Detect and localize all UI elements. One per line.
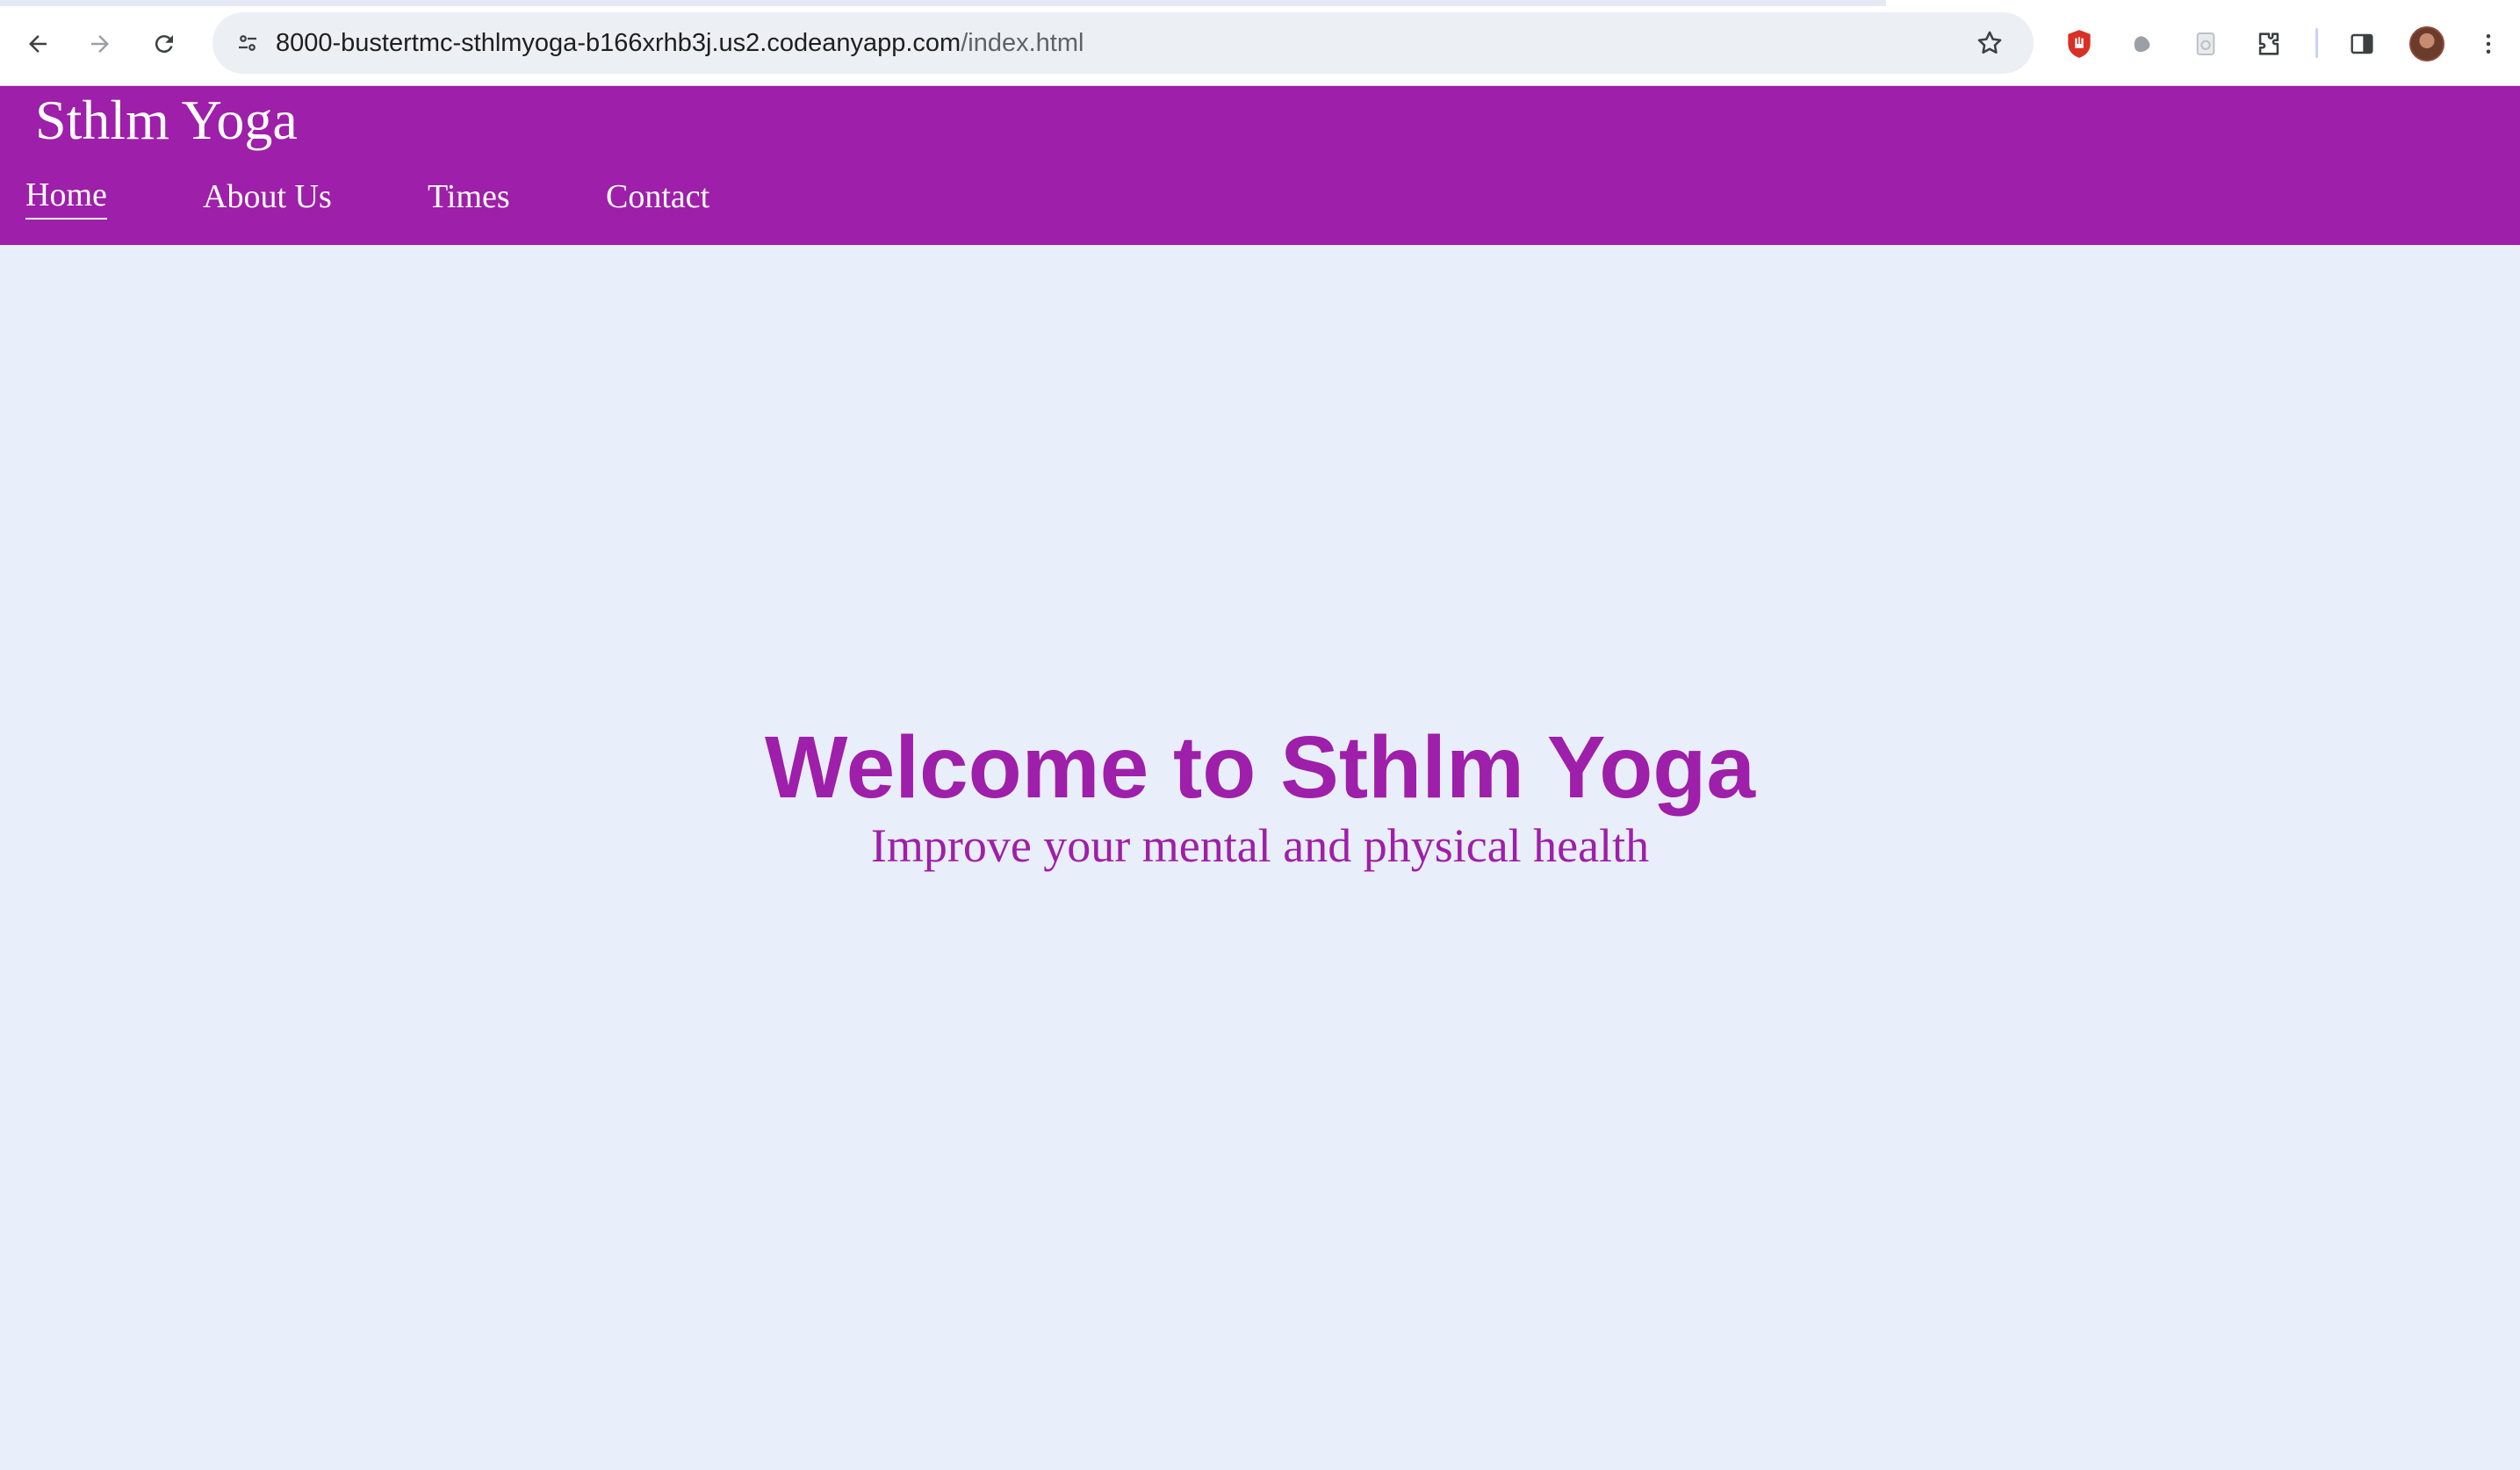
ublock-extension-button[interactable] [2055, 19, 2104, 68]
profile-avatar[interactable] [2409, 26, 2444, 61]
ghostery-icon [2134, 36, 2150, 52]
url-path: /index.html [961, 29, 1084, 57]
browser-menu-button[interactable] [2464, 19, 2513, 68]
nav-link-times[interactable]: Times [428, 172, 510, 221]
save-page-icon [2196, 32, 2215, 55]
reload-button[interactable] [140, 19, 189, 68]
url-host: 8000-bustertmc-sthlmyoga-b166xrhb3j.us2.… [276, 29, 961, 57]
hero-subheading: Improve your mental and physical health [870, 819, 1650, 872]
side-panel-button[interactable] [2337, 19, 2387, 68]
bookmark-button[interactable] [1965, 18, 2014, 68]
nav-link-home[interactable]: Home [25, 172, 107, 220]
nav-link-contact[interactable]: Contact [606, 172, 709, 221]
extensions-button[interactable] [2244, 19, 2293, 68]
hero-heading: Welcome to Sthlm Yoga [765, 718, 1755, 817]
site-header: Sthlm Yoga Home About Us Times Contact [0, 86, 2520, 245]
site-info-button[interactable] [223, 18, 272, 68]
address-bar[interactable]: 8000-bustertmc-sthlmyoga-b166xrhb3j.us2.… [212, 12, 2034, 74]
ghostery-extension-button[interactable] [2117, 19, 2166, 68]
hero-section: Welcome to Sthlm Yoga Improve your menta… [0, 245, 2520, 1470]
extensions-puzzle-icon [2258, 32, 2279, 55]
main-navigation: Home About Us Times Contact [0, 172, 1054, 221]
site-info-icon [239, 35, 256, 51]
ublock-shield-icon [2068, 30, 2091, 58]
browser-toolbar: 8000-bustertmc-sthlmyoga-b166xrhb3j.us2.… [0, 0, 2520, 86]
forward-button[interactable] [76, 19, 125, 68]
side-panel-icon [2351, 33, 2373, 54]
reload-icon [155, 35, 173, 54]
url-text[interactable]: 8000-bustertmc-sthlmyoga-b166xrhb3j.us2.… [276, 12, 1084, 74]
tab-strip-edge [0, 0, 1886, 6]
nav-link-about-us[interactable]: About Us [203, 172, 332, 221]
forward-arrow-icon [91, 35, 109, 53]
site-title[interactable]: Sthlm Yoga [35, 88, 298, 153]
toolbar-separator [2315, 28, 2318, 58]
save-page-extension-button[interactable] [2181, 19, 2230, 68]
bookmark-star-icon [1977, 31, 2002, 54]
back-button[interactable] [13, 19, 62, 68]
kebab-menu-icon [2486, 34, 2491, 54]
back-arrow-icon [29, 35, 47, 53]
